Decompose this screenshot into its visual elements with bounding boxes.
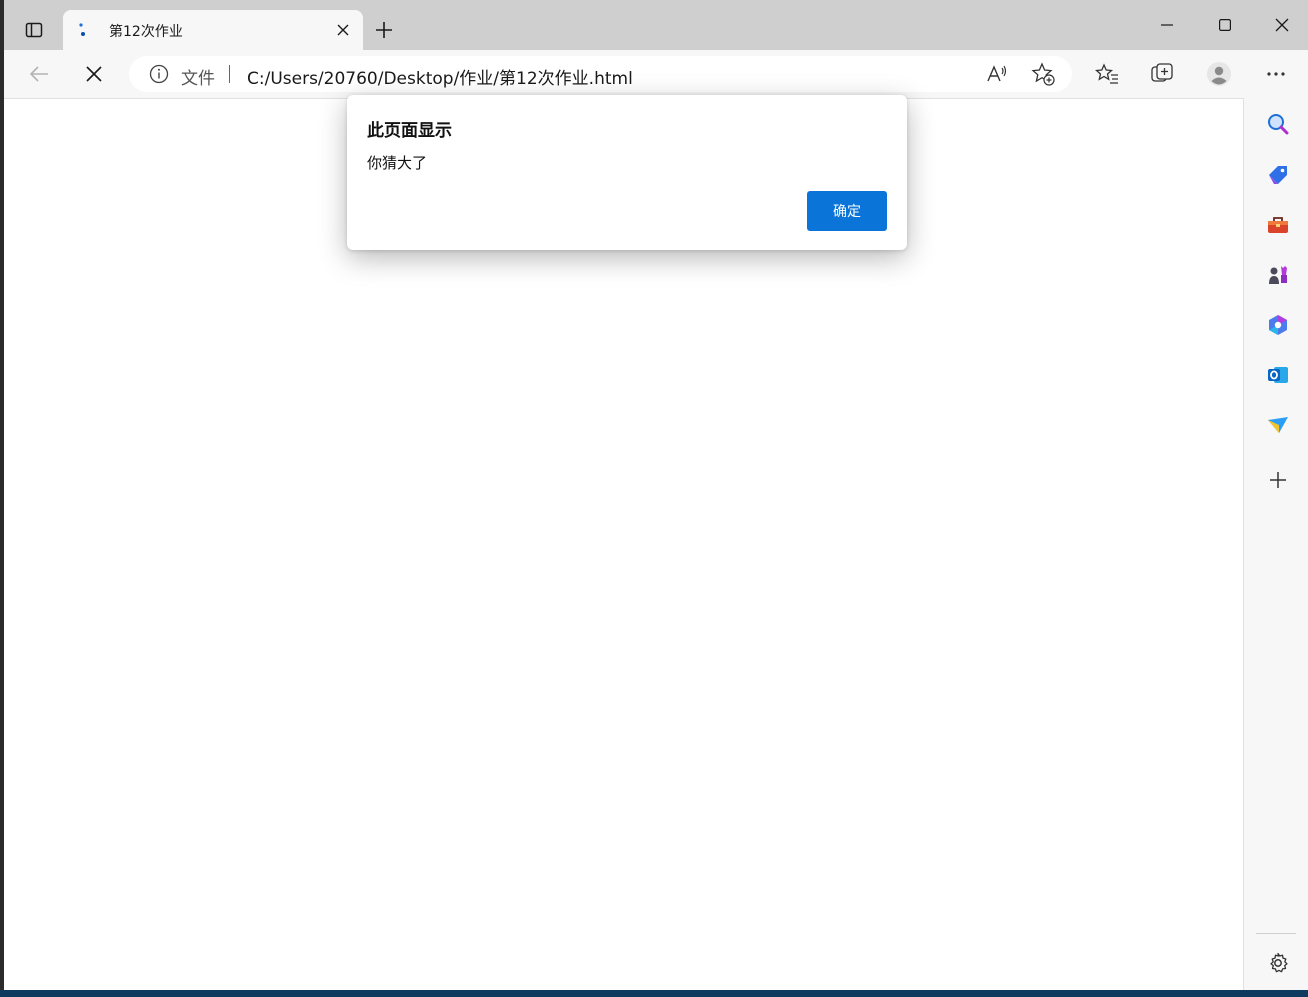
address-separator — [229, 65, 230, 83]
toolbox-icon — [1268, 217, 1288, 233]
favorites-icon — [1095, 63, 1118, 84]
minimize-button[interactable] — [1145, 8, 1189, 42]
tab-bar: 第12次作业 — [4, 0, 1308, 50]
new-tab-button[interactable] — [370, 16, 398, 44]
sidebar-divider — [1256, 933, 1296, 934]
close-icon — [337, 24, 349, 36]
loading-icon — [79, 23, 85, 36]
dialog-message: 你猜大了 — [367, 154, 428, 172]
plus-icon — [376, 22, 392, 38]
tab-actions-button[interactable] — [18, 14, 50, 46]
taskbar-edge — [0, 990, 1308, 997]
alert-dialog: 此页面显示 你猜大了 确定 — [347, 95, 907, 250]
tab-close-button[interactable] — [333, 20, 353, 40]
collections-icon — [1151, 63, 1173, 82]
sidebar-office-button[interactable] — [1264, 311, 1292, 339]
browser-window: 第12次作业 文件 C:/Users/20760/Desktop/作业/第12次… — [4, 0, 1308, 991]
active-tab[interactable]: 第12次作业 — [63, 10, 363, 50]
sidebar-outlook-button[interactable] — [1264, 361, 1292, 389]
sidebar-tools-button[interactable] — [1264, 211, 1292, 239]
tab-actions-icon — [25, 22, 43, 38]
ok-button[interactable]: 确定 — [807, 191, 887, 231]
chess-icon — [1269, 266, 1287, 284]
window-close-button[interactable] — [1260, 8, 1304, 42]
avatar-icon — [1207, 62, 1231, 86]
back-arrow-icon — [29, 66, 48, 82]
sidebar-add-button[interactable] — [1264, 466, 1292, 494]
tab-title: 第12次作业 — [109, 24, 183, 40]
stop-loading-button[interactable] — [78, 58, 110, 90]
sidebar-games-button[interactable] — [1264, 261, 1292, 289]
site-label: 文件 — [181, 69, 215, 89]
info-icon[interactable] — [149, 64, 169, 84]
office-icon — [1269, 315, 1287, 335]
tag-icon — [1269, 166, 1287, 184]
url-text[interactable]: C:/Users/20760/Desktop/作业/第12次作业.html — [247, 64, 633, 89]
sidebar-shopping-button[interactable] — [1264, 161, 1292, 189]
search-icon — [1268, 114, 1289, 135]
dialog-title: 此页面显示 — [367, 121, 452, 141]
more-icon — [1267, 72, 1285, 76]
sidebar-search-button[interactable] — [1264, 110, 1292, 138]
sidebar-drop-button[interactable] — [1264, 411, 1292, 439]
add-icon — [1270, 472, 1286, 488]
close-icon — [86, 66, 102, 82]
address-bar[interactable]: 文件 C:/Users/20760/Desktop/作业/第12次作业.html — [129, 56, 1072, 92]
profile-button[interactable] — [1205, 60, 1233, 88]
sidebar-settings-button[interactable] — [1264, 949, 1292, 977]
outlook-icon — [1268, 367, 1288, 383]
star-add-icon — [1031, 62, 1055, 86]
minimize-icon — [1161, 24, 1173, 26]
maximize-icon — [1219, 19, 1231, 31]
edge-sidebar — [1244, 98, 1308, 991]
read-aloud-icon — [987, 65, 1007, 82]
add-favorite-button[interactable] — [1031, 62, 1055, 86]
gear-icon — [1270, 952, 1288, 973]
back-button[interactable] — [23, 58, 55, 90]
favorites-button[interactable] — [1093, 60, 1121, 88]
send-icon — [1268, 417, 1288, 433]
toolbar: 文件 C:/Users/20760/Desktop/作业/第12次作业.html — [4, 50, 1308, 98]
maximize-button[interactable] — [1203, 8, 1247, 42]
close-icon — [1275, 18, 1289, 32]
more-menu-button[interactable] — [1262, 60, 1290, 88]
collections-button[interactable] — [1148, 60, 1176, 88]
read-aloud-button[interactable] — [985, 62, 1009, 86]
